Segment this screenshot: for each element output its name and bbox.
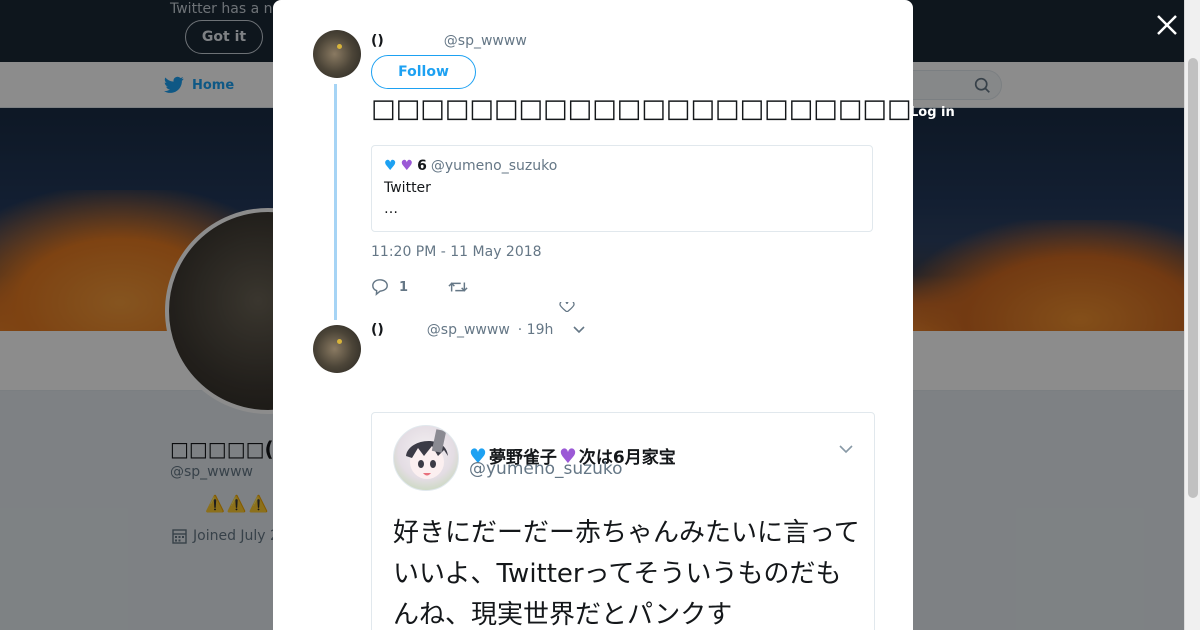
tweet-actions: 1 bbox=[371, 278, 468, 296]
login-link[interactable]: Log in bbox=[910, 105, 955, 120]
quoted-text-line1: Twitter bbox=[384, 180, 431, 196]
reply-avatar[interactable] bbox=[313, 325, 361, 373]
tweet-modal: () @sp_wwww Follow □□□□□□□□□□□□□□□□□□□□□… bbox=[273, 0, 913, 630]
reply-action[interactable]: 1 bbox=[371, 278, 408, 296]
embedded-avatar[interactable] bbox=[393, 425, 459, 491]
retweet-icon bbox=[448, 282, 468, 292]
retweet-action[interactable] bbox=[448, 278, 468, 296]
purple-heart-icon: ♥ bbox=[400, 158, 414, 174]
chevron-down-icon[interactable] bbox=[573, 326, 585, 334]
blue-heart-icon: ♥ bbox=[384, 158, 397, 174]
scrollbar[interactable] bbox=[1184, 0, 1200, 630]
follow-button[interactable]: Follow bbox=[371, 55, 476, 89]
tweet-author[interactable]: () @sp_wwww bbox=[371, 33, 527, 49]
thread-line bbox=[334, 84, 337, 320]
quoted-tweet-header: ♥ ♥ 6 @yumeno_suzuko bbox=[384, 158, 557, 174]
close-icon[interactable] bbox=[1154, 12, 1180, 38]
tweet-avatar[interactable] bbox=[313, 30, 361, 78]
like-icon[interactable] bbox=[559, 302, 575, 312]
tweet-text: □□□□□□□□□□□□□□□□□□□□□□□□□□□□□□□□□□□ bbox=[371, 94, 913, 124]
reply-display-name: () bbox=[371, 322, 384, 338]
embedded-tweet[interactable]: ♥ 夢野雀子 ♥ 次は6月家宝 @yumeno_suzuko 好きにだーだー赤ち… bbox=[371, 412, 875, 630]
reply-icon bbox=[372, 279, 388, 296]
quoted-screen-name: @yumeno_suzuko bbox=[430, 158, 558, 174]
embedded-tweet-text: 好きにだーだー赤ちゃんみたいに言っていいよ、Twitterってそういうものだもん… bbox=[393, 518, 860, 630]
tweet-timestamp[interactable]: 11:20 PM - 11 May 2018 bbox=[371, 244, 542, 260]
reply-count: 1 bbox=[399, 279, 409, 295]
quoted-badge: 6 bbox=[417, 158, 427, 174]
tweet-display-name: () bbox=[371, 33, 384, 49]
embedded-screen-name[interactable]: @yumeno_suzuko bbox=[469, 459, 623, 479]
scrollbar-thumb[interactable] bbox=[1188, 58, 1198, 498]
reply-time[interactable]: · 19h bbox=[518, 322, 554, 338]
anime-avatar-icon bbox=[406, 429, 448, 479]
quoted-text-line2: … bbox=[384, 201, 398, 217]
chevron-down-icon[interactable] bbox=[838, 441, 854, 457]
quoted-tweet[interactable]: ♥ ♥ 6 @yumeno_suzuko Twitter … bbox=[371, 145, 873, 232]
reply-author[interactable]: () @sp_wwww · 19h bbox=[371, 322, 585, 338]
reply-screen-name: @sp_wwww bbox=[426, 322, 510, 338]
tweet-screen-name: @sp_wwww bbox=[443, 33, 527, 49]
